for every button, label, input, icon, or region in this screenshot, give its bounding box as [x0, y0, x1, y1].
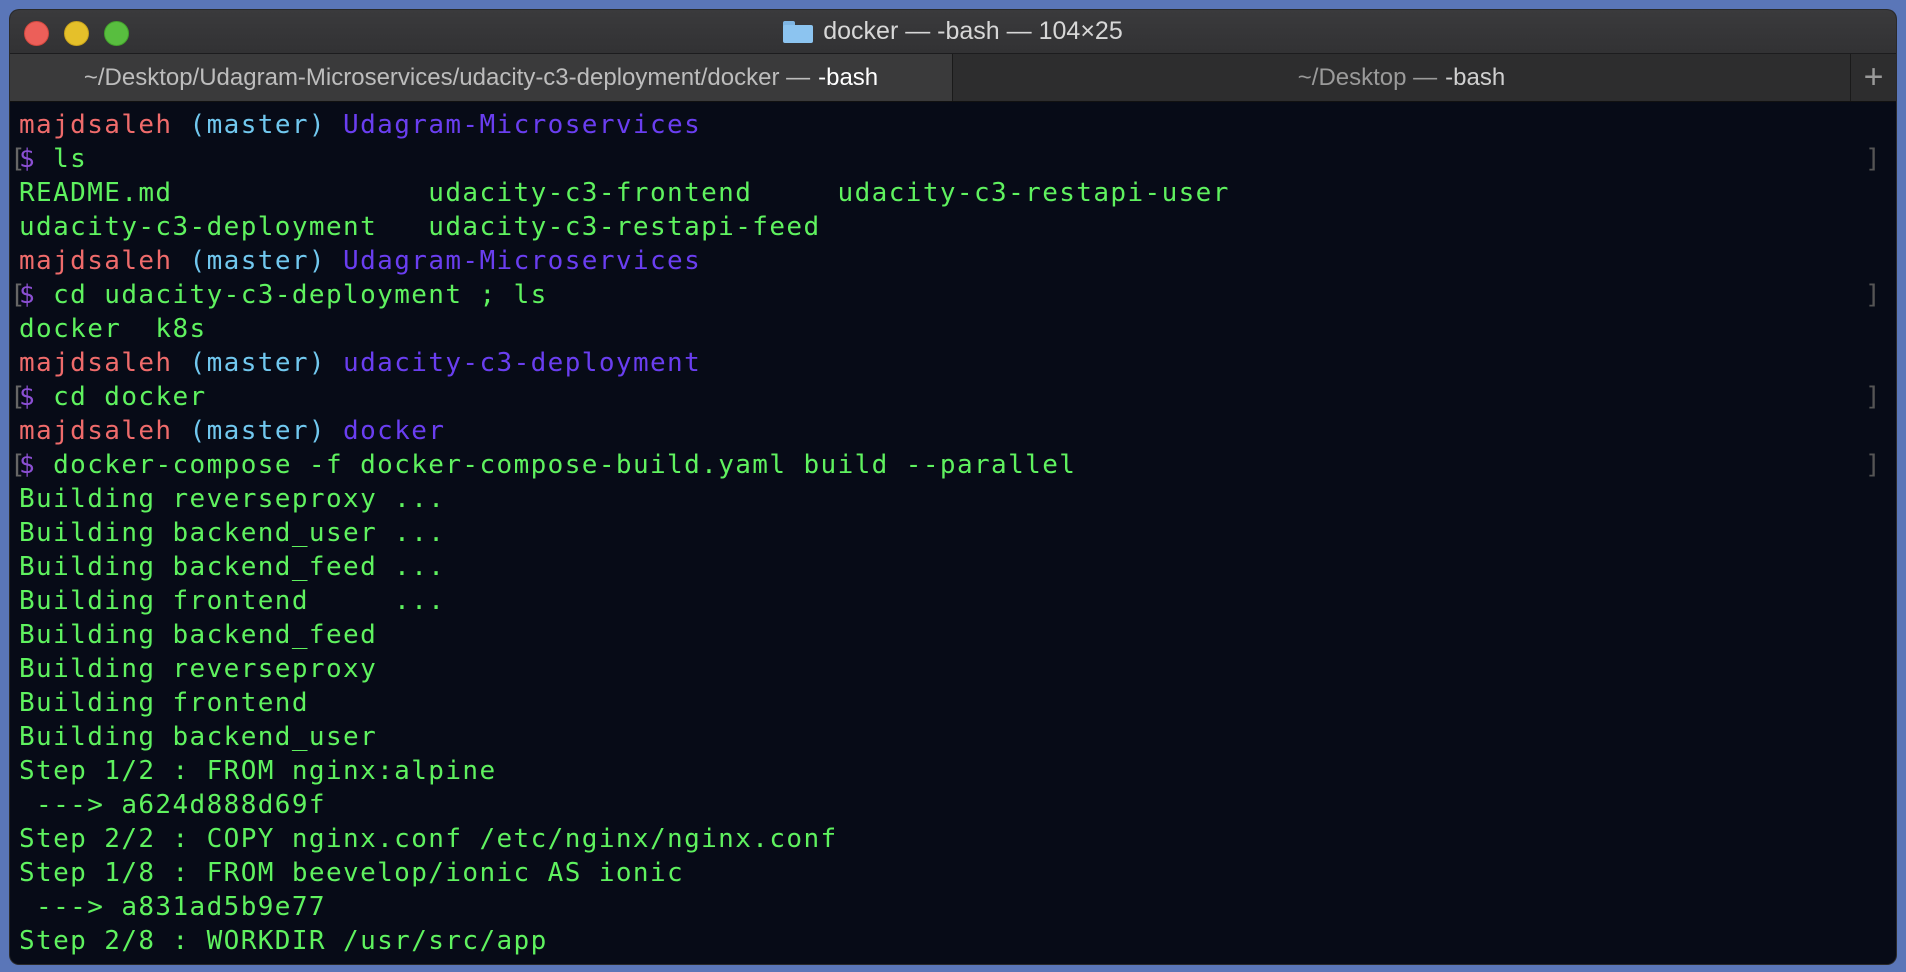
command-line: [$ cd udacity-c3-deployment ; ls]: [10, 280, 1882, 310]
new-tab-button[interactable]: +: [1851, 54, 1896, 101]
window-title-text: docker — -bash — 104×25: [823, 17, 1123, 45]
output-line: Building backend_feed ...: [19, 552, 446, 582]
prompt-line: majdsaleh (master) docker: [19, 414, 1896, 448]
folder-icon: [783, 20, 814, 43]
prompt-branch: (master): [189, 110, 326, 140]
prompt-dir: Udagram-Microservices: [343, 110, 702, 140]
output-line: Step 1/2 : FROM nginx:alpine: [19, 756, 497, 786]
output-line: udacity-c3-deployment udacity-c3-restapi…: [19, 212, 821, 242]
prompt-branch: (master): [189, 348, 326, 378]
tab-path: ~/Desktop —: [1297, 63, 1438, 91]
output-line: Building backend_user: [19, 722, 378, 752]
tab-bar: ~/Desktop/Udagram-Microservices/udacity-…: [10, 54, 1896, 102]
output-line: Building backend_user ...: [19, 518, 446, 548]
output-line: ---> a831ad5b9e77: [19, 892, 326, 922]
tab-docker-bash[interactable]: ~/Desktop/Udagram-Microservices/udacity-…: [10, 54, 953, 101]
tab-path: ~/Desktop/Udagram-Microservices/udacity-…: [83, 63, 811, 91]
output-line: Building frontend ...: [19, 586, 446, 616]
output-line: ---> a624d888d69f: [19, 790, 326, 820]
prompt-dir: Udagram-Microservices: [343, 246, 702, 276]
prompt-line: majdsaleh (master) Udagram-Microservices: [19, 244, 1896, 278]
output-line: Building reverseproxy ...: [19, 484, 446, 514]
output-line: Step 2/2 : COPY nginx.conf /etc/nginx/ng…: [19, 824, 838, 854]
prompt-user: majdsaleh: [19, 416, 173, 446]
terminal-window: docker — -bash — 104×25 ~/Desktop/Udagra…: [10, 10, 1896, 964]
prompt-branch: (master): [189, 246, 326, 276]
prompt-line: majdsaleh (master) Udagram-Microservices: [19, 108, 1896, 142]
output-line: docker k8s: [19, 314, 207, 344]
prompt-user: majdsaleh: [19, 348, 173, 378]
prompt-user: majdsaleh: [19, 110, 173, 140]
command-line: [$ docker-compose -f docker-compose-buil…: [10, 450, 1882, 480]
output-line: Building frontend: [19, 688, 309, 718]
command-text: cd udacity-c3-deployment ; ls: [53, 280, 548, 310]
output-line: README.md udacity-c3-frontend udacity-c3…: [19, 178, 1230, 208]
command-text: ls: [53, 144, 88, 174]
prompt-line: majdsaleh (master) udacity-c3-deployment: [19, 346, 1896, 380]
output-line: Building backend_feed: [19, 620, 378, 650]
command-text: docker-compose -f docker-compose-build.y…: [53, 450, 1077, 480]
tab-process: -bash: [1445, 63, 1506, 91]
terminal-output[interactable]: majdsaleh (master) Udagram-Microservices…: [10, 102, 1896, 964]
output-line: Step 1/8 : FROM beevelop/ionic AS ionic: [19, 858, 685, 888]
command-line: [$ ls]: [10, 144, 1882, 174]
command-text: cd docker: [53, 382, 207, 412]
tab-process: -bash: [818, 63, 879, 91]
prompt-dir: udacity-c3-deployment: [343, 348, 702, 378]
prompt-user: majdsaleh: [19, 246, 173, 276]
command-line: [$ cd docker]: [10, 382, 1882, 412]
window-title: docker — -bash — 104×25: [10, 10, 1896, 53]
tab-desktop-bash[interactable]: ~/Desktop — -bash: [953, 54, 1851, 101]
title-bar[interactable]: docker — -bash — 104×25: [10, 10, 1896, 54]
prompt-dir: docker: [343, 416, 446, 446]
output-line: Step 2/8 : WORKDIR /usr/src/app: [19, 926, 548, 956]
output-line: Building reverseproxy: [19, 654, 378, 684]
prompt-branch: (master): [189, 416, 326, 446]
